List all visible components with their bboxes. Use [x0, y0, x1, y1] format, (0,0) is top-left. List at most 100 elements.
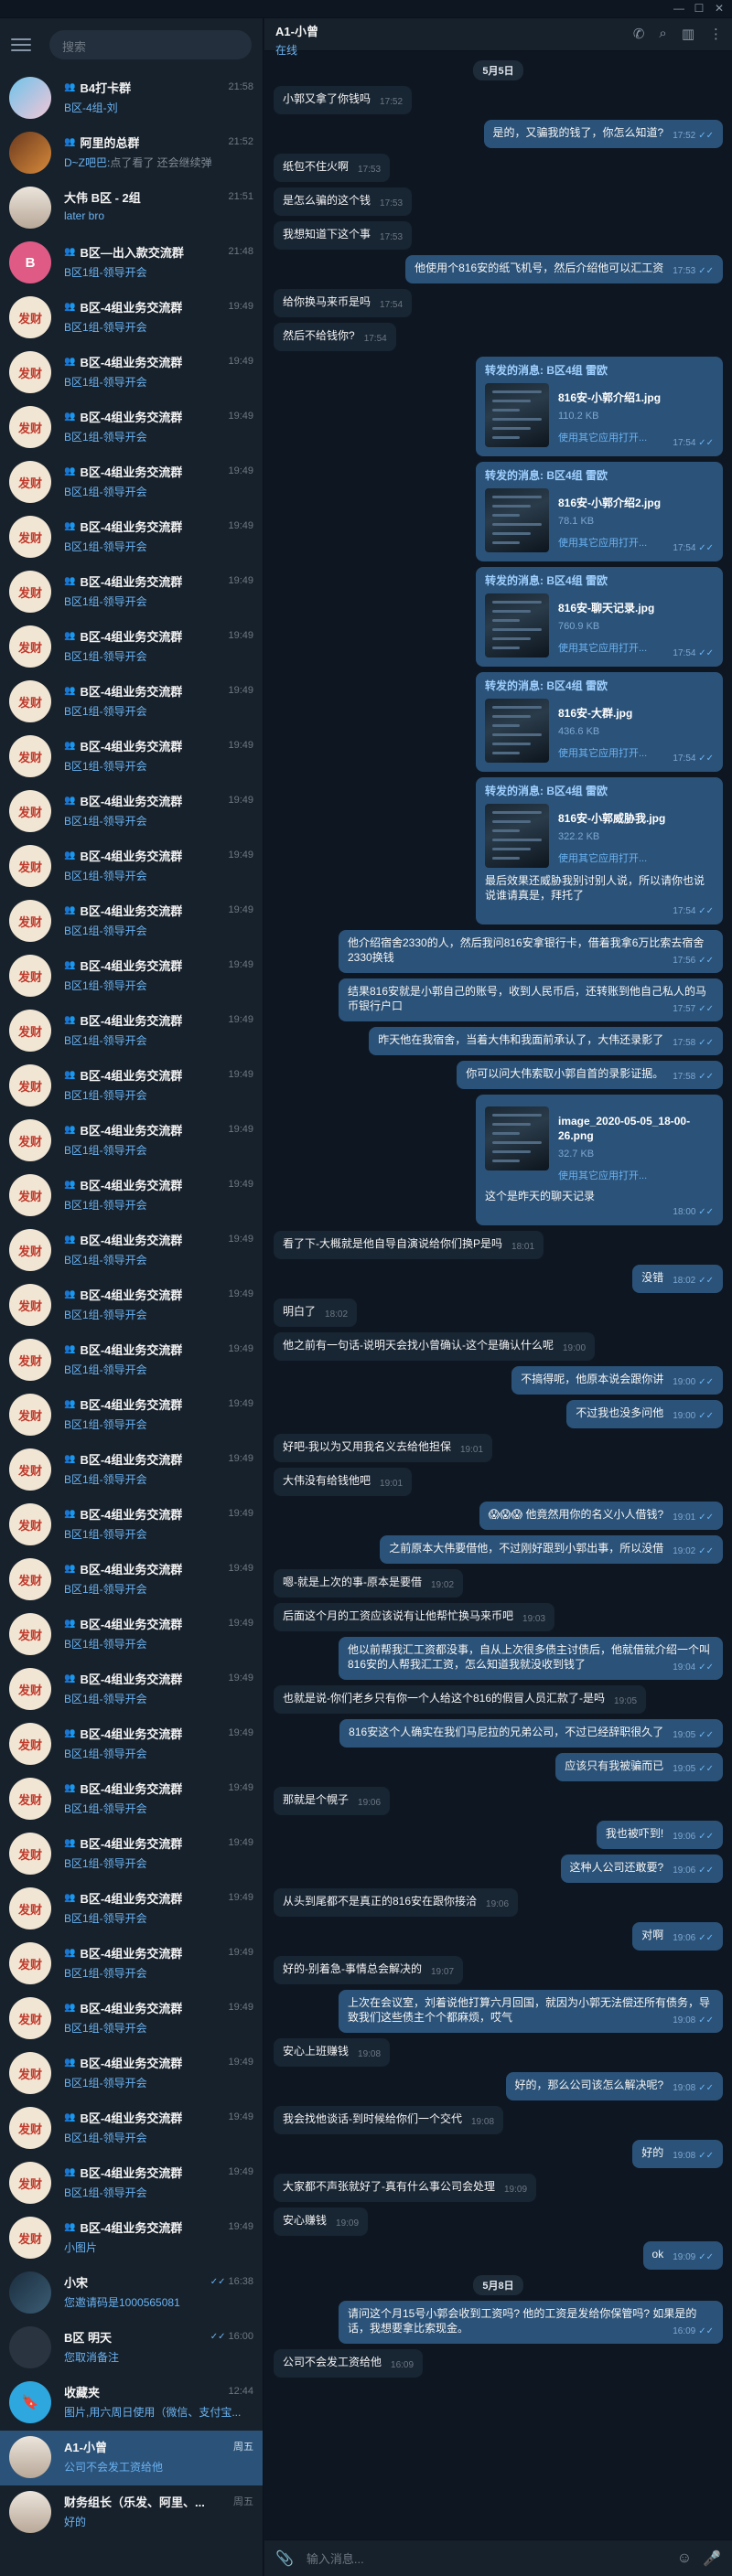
message-bubble[interactable]: 没错 18:02 ✓✓	[632, 1265, 723, 1293]
chat-list-item[interactable]: B 👥 B区—出入款交流群 21:48 B区1组-领导开会	[0, 236, 263, 291]
chat-list-item[interactable]: 发财 👥 B区-4组业务交流群 19:49 小图片	[0, 2211, 263, 2266]
menu-icon[interactable]	[11, 38, 31, 51]
forward-header[interactable]: 转发的消息: B区4组 雷欧	[485, 679, 714, 693]
chat-list-item[interactable]: 发财 👥 B区-4组业务交流群 19:49 B区1组-领导开会	[0, 1388, 263, 1443]
forwarded-file-message[interactable]: 转发的消息: B区4组 雷欧 816安-大群.jpg 436.6 KB 使用其它应用打…	[476, 672, 723, 772]
chat-list-item[interactable]: A1-小曾 周五 公司不会发工资给他	[0, 2431, 263, 2485]
message-bubble[interactable]: 对啊 19:06 ✓✓	[632, 1922, 723, 1951]
message-bubble[interactable]: 小郭又拿了你钱吗 17:52	[274, 86, 413, 114]
chat-list-item[interactable]: 发财 👥 B区-4组业务交流群 19:49 B区1组-领导开会	[0, 1937, 263, 1992]
sidebar-toggle-icon[interactable]: ▥	[682, 26, 694, 42]
chat-list-item[interactable]: 发财 👥 B区-4组业务交流群 19:49 B区1组-领导开会	[0, 1169, 263, 1224]
message-bubble[interactable]: 然后不给钱你? 17:54	[274, 323, 396, 351]
microphone-icon[interactable]: 🎤	[703, 2549, 721, 2568]
minimize-icon[interactable]: —	[672, 2, 686, 15]
message-bubble[interactable]: 不搞得呢，他原本说会跟你讲 19:00 ✓✓	[511, 1366, 723, 1395]
chat-list-item[interactable]: 发财 👥 B区-4组业务交流群 19:49 B区1组-领导开会	[0, 2156, 263, 2211]
message-bubble[interactable]: 我会找他谈话-到时候给你们一个交代 19:08	[274, 2106, 504, 2134]
message-bubble[interactable]: 是怎么骗的这个钱 17:53	[274, 187, 413, 216]
chat-list-item[interactable]: 发财 👥 B区-4组业务交流群 19:49 B区1组-领导开会	[0, 1717, 263, 1772]
message-bubble[interactable]: 我想知道下这个事 17:53	[274, 221, 413, 250]
more-options-icon[interactable]: ⋮	[709, 26, 723, 42]
chat-list-item[interactable]: 发财 👥 B区-4组业务交流群 19:49 B区1组-领导开会	[0, 1662, 263, 1717]
file-thumbnail[interactable]	[485, 699, 549, 763]
file-name[interactable]: image_2020-05-05_18-00-26.png	[558, 1114, 714, 1143]
message-bubble[interactable]: 他使用个816安的纸飞机号，然后介绍他可以汇工资 17:53 ✓✓	[405, 255, 723, 283]
chat-list-item[interactable]: 发财 👥 B区-4组业务交流群 19:49 B区1组-领导开会	[0, 1608, 263, 1662]
message-bubble[interactable]: 是的，又骗我的钱了，你怎么知道? 17:52 ✓✓	[483, 120, 723, 148]
chat-list-item[interactable]: 发财 👥 B区-4组业务交流群 19:49 B区1组-领导开会	[0, 1059, 263, 1114]
message-bubble[interactable]: 昨天他在我宿舍，当着大伟和我面前承认了，大伟还录影了 17:58 ✓✓	[369, 1027, 723, 1055]
message-bubble[interactable]: 他介绍宿舍2330的人，然后我问816安拿银行卡，借着我拿6万比索去宿舍2330…	[339, 930, 723, 973]
chat-list-item[interactable]: B区 明天 ✓✓ 16:00 您取消备注	[0, 2321, 263, 2376]
message-bubble[interactable]: 他之前有一句话-说明天会找小曾确认-这个是确认什么呢 19:00	[274, 1332, 596, 1361]
message-bubble[interactable]: 不过我也没多问他 19:00 ✓✓	[566, 1400, 723, 1428]
attach-icon[interactable]: 📎	[275, 2549, 294, 2568]
message-bubble[interactable]: 纸包不住火啊 17:53	[274, 154, 391, 182]
message-bubble[interactable]: 大伟没有给钱他吧 19:01	[274, 1468, 413, 1496]
search-input[interactable]: 搜索	[49, 30, 252, 59]
chat-list-item[interactable]: 财务组长（乐发、阿里、... 周五 好的	[0, 2485, 263, 2540]
open-with-link[interactable]: 使用其它应用打开...	[558, 431, 661, 445]
chat-list-item[interactable]: 👥 B4打卡群 21:58 B区-4组-刘	[0, 71, 263, 126]
file-name[interactable]: 816安-大群.jpg	[558, 706, 647, 721]
message-bubble[interactable]: 嗯-就是上次的事-原本是要借 19:02	[274, 1569, 464, 1598]
chat-list-item[interactable]: 发财 👥 B区-4组业务交流群 19:49 B区1组-领导开会	[0, 401, 263, 455]
emoji-icon[interactable]: ☺	[677, 2550, 692, 2567]
message-bubble[interactable]: 上次在会议室，刘着说他打算六月回国，就因为小郭无法偿还所有债务，导致我们这些债主…	[339, 1990, 723, 2033]
message-bubble[interactable]: ok 19:09 ✓✓	[642, 2241, 723, 2270]
message-bubble[interactable]: 安心上班赚钱 19:08	[274, 2038, 391, 2067]
message-input[interactable]: 输入消息...	[307, 2549, 666, 2567]
message-bubble[interactable]: 请问这个月15号小郭会收到工资吗? 他的工资是发给你保管吗? 如果是的话，我想要…	[339, 2301, 723, 2344]
close-icon[interactable]: ✕	[712, 2, 727, 15]
chat-list-item[interactable]: 发财 👥 B区-4组业务交流群 19:49 B区1组-领导开会	[0, 949, 263, 1004]
search-icon[interactable]: ⌕	[659, 26, 666, 42]
chat-list-item[interactable]: 发财 👥 B区-4组业务交流群 19:49 B区1组-领导开会	[0, 1553, 263, 1608]
file-thumbnail[interactable]	[485, 488, 549, 552]
message-bubble[interactable]: 816安这个人确实在我们马尼拉的兄弟公司，不过已经辞职很久了 19:05 ✓✓	[339, 1719, 723, 1748]
message-bubble[interactable]: 好的 19:08 ✓✓	[632, 2140, 723, 2168]
forward-header[interactable]: 转发的消息: B区4组 雷欧	[485, 468, 714, 483]
open-with-link[interactable]: 使用其它应用打开...	[558, 1169, 714, 1183]
forward-header[interactable]: 转发的消息: B区4组 雷欧	[485, 363, 714, 378]
forward-header[interactable]: 转发的消息: B区4组 雷欧	[485, 784, 714, 798]
chat-list-item[interactable]: 发财 👥 B区-4组业务交流群 19:49 B区1组-领导开会	[0, 2101, 263, 2156]
chat-list-item[interactable]: 发财 👥 B区-4组业务交流群 19:49 B区1组-领导开会	[0, 1278, 263, 1333]
chat-list-item[interactable]: 👥 阿里的总群 21:52 D~Z吧巴:点了看了 还会继续弹	[0, 126, 263, 181]
chat-list-item[interactable]: 发财 👥 B区-4组业务交流群 19:49 B区1组-领导开会	[0, 1004, 263, 1059]
chat-list-item[interactable]: 发财 👥 B区-4组业务交流群 19:49 B区1组-领导开会	[0, 291, 263, 346]
message-bubble[interactable]: 之前原本大伟要借他，不过刚好跟到小郭出事，所以没借 19:02 ✓✓	[380, 1535, 723, 1564]
file-name[interactable]: 816安-小郭介绍1.jpg	[558, 390, 661, 405]
chat-list-item[interactable]: 发财 👥 B区-4组业务交流群 19:49 B区1组-领导开会	[0, 1333, 263, 1388]
forwarded-file-message[interactable]: 转发的消息: B区4组 雷欧 816安-小郭介绍2.jpg 78.1 KB 使用其它应…	[476, 462, 723, 561]
message-bubble[interactable]: 你可以问大伟索取小郭自首的录影证据。 17:58 ✓✓	[457, 1061, 723, 1089]
open-with-link[interactable]: 使用其它应用打开...	[558, 641, 654, 656]
maximize-icon[interactable]: ☐	[692, 2, 706, 15]
message-bubble[interactable]: 这种人公司还敢要? 19:06 ✓✓	[560, 1855, 723, 1883]
chat-list-item[interactable]: 发财 👥 B区-4组业务交流群 19:49 B区1组-领导开会	[0, 1882, 263, 1937]
message-bubble[interactable]: 公司不会发工资给他 16:09	[274, 2349, 424, 2378]
file-thumbnail[interactable]	[485, 804, 549, 868]
open-with-link[interactable]: 使用其它应用打开...	[558, 851, 665, 866]
chat-list-item[interactable]: 发财 👥 B区-4组业务交流群 19:49 B区1组-领导开会	[0, 2047, 263, 2101]
message-bubble[interactable]: 明白了 18:02	[274, 1299, 358, 1327]
message-bubble[interactable]: 那就是个幌子 19:06	[274, 1787, 391, 1815]
forwarded-file-message[interactable]: 转发的消息: B区4组 雷欧 816安-聊天记录.jpg 760.9 KB 使用其它应…	[476, 567, 723, 667]
file-thumbnail[interactable]	[485, 593, 549, 657]
chat-list-item[interactable]: 发财 👥 B区-4组业务交流群 19:49 B区1组-领导开会	[0, 1772, 263, 1827]
chat-list-item[interactable]: 发财 👥 B区-4组业务交流群 19:49 B区1组-领导开会	[0, 565, 263, 620]
open-with-link[interactable]: 使用其它应用打开...	[558, 746, 647, 761]
message-bubble[interactable]: 大家都不声张就好了-真有什么事公司会处理 19:09	[274, 2174, 537, 2202]
message-list[interactable]: 5月5日 小郭又拿了你钱吗 17:52 是的，又骗我的钱了，你怎么知道? 17:52 ✓…	[264, 51, 732, 2525]
chat-list-item[interactable]: 发财 👥 B区-4组业务交流群 19:49 B区1组-领导开会	[0, 839, 263, 894]
forward-header[interactable]: 转发的消息: B区4组 雷欧	[485, 573, 714, 588]
call-icon[interactable]: ✆	[633, 26, 645, 42]
message-bubble[interactable]: 我也被吓到! 19:06 ✓✓	[596, 1821, 723, 1849]
message-bubble[interactable]: 看了下-大概就是他自导自演说给你们换P是吗 18:01	[274, 1231, 544, 1259]
message-bubble[interactable]: 好的-别着急-事情总会解决的 19:07	[274, 1956, 464, 1984]
forwarded-file-message[interactable]: 转发的消息: B区4组 雷欧 816安-小郭介绍1.jpg 110.2 KB 使用其它…	[476, 357, 723, 456]
chat-list-item[interactable]: 发财 👥 B区-4组业务交流群 19:49 B区1组-领导开会	[0, 894, 263, 949]
chat-list-item[interactable]: 发财 👥 B区-4组业务交流群 19:49 B区1组-领导开会	[0, 785, 263, 839]
file-thumbnail[interactable]	[485, 383, 549, 447]
chat-list-item[interactable]: 小宋 ✓✓ 16:38 您邀请码是1000565081	[0, 2266, 263, 2321]
